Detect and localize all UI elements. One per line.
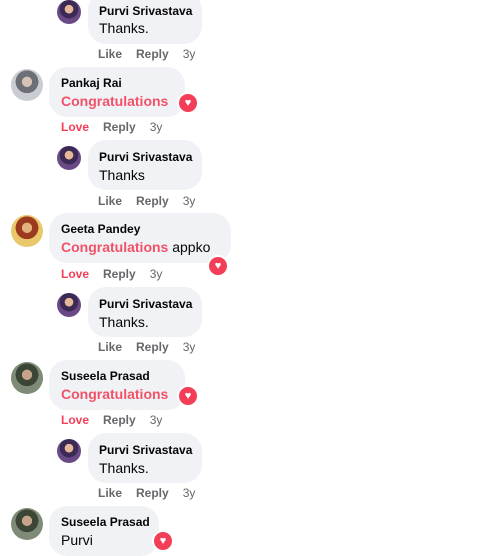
- reply-bubble: Purvi Srivastava Thanks.: [88, 0, 202, 44]
- comment-text: Thanks: [99, 167, 145, 183]
- comment-actions: Love Reply 3y: [61, 413, 176, 427]
- timestamp[interactable]: 3y: [150, 120, 163, 134]
- comment-author[interactable]: Pankaj Rai: [61, 76, 122, 90]
- comment-actions: Like Reply 3y: [98, 340, 209, 354]
- comment-text: Purvi: [61, 532, 93, 548]
- comment-actions: Love Reply 3y: [61, 120, 176, 134]
- avatar[interactable]: [57, 146, 81, 170]
- comment-text: Thanks.: [99, 460, 149, 476]
- comment-bubble: Pankaj Rai Congratulations: [49, 67, 185, 117]
- reply-button[interactable]: Reply: [136, 486, 169, 500]
- comment-bubble: Suseela Prasad Purvi: [49, 506, 159, 556]
- comment-text: Thanks.: [99, 20, 149, 36]
- reply-button[interactable]: Reply: [136, 340, 169, 354]
- comment-bubble: Suseela Prasad Congratulations: [49, 360, 185, 410]
- heart-icon[interactable]: ♥: [177, 92, 199, 114]
- reply-bubble: Purvi Srivastava Thanks.: [88, 433, 202, 483]
- timestamp[interactable]: 3y: [183, 340, 196, 354]
- love-button[interactable]: Love: [61, 267, 89, 281]
- comment-author[interactable]: Purvi Srivastava: [99, 4, 192, 18]
- avatar[interactable]: [57, 439, 81, 463]
- like-button[interactable]: Like: [98, 340, 122, 354]
- avatar[interactable]: [11, 69, 43, 101]
- avatar[interactable]: [11, 215, 43, 247]
- reply-button[interactable]: Reply: [136, 194, 169, 208]
- comment-author[interactable]: Purvi Srivastava: [99, 297, 192, 311]
- reply-button[interactable]: Reply: [103, 120, 136, 134]
- heart-icon[interactable]: ♥: [177, 385, 199, 407]
- comment-author[interactable]: Suseela Prasad: [61, 515, 150, 529]
- comment-bubble: Geeta Pandey Congratulations appko: [49, 213, 231, 263]
- timestamp[interactable]: 3y: [183, 194, 196, 208]
- comment-text: Congratulations: [61, 93, 168, 109]
- avatar[interactable]: [57, 0, 81, 24]
- heart-icon[interactable]: ♥: [152, 530, 174, 552]
- comment-text: Congratulations: [61, 386, 168, 402]
- reply-button[interactable]: Reply: [103, 413, 136, 427]
- reply-bubble: Purvi Srivastava Thanks: [88, 140, 202, 190]
- reply-bubble: Purvi Srivastava Thanks.: [88, 287, 202, 337]
- timestamp[interactable]: 3y: [150, 267, 163, 281]
- avatar[interactable]: [11, 362, 43, 394]
- comment-actions: Like Reply 3y: [98, 194, 209, 208]
- comment-text: Congratulations appko: [61, 239, 211, 255]
- reply-button[interactable]: Reply: [103, 267, 136, 281]
- comment-text: Thanks.: [99, 314, 149, 330]
- heart-icon[interactable]: ♥: [207, 255, 229, 277]
- comment-author[interactable]: Suseela Prasad: [61, 369, 150, 383]
- comment-author[interactable]: Geeta Pandey: [61, 222, 140, 236]
- timestamp[interactable]: 3y: [183, 47, 196, 61]
- like-button[interactable]: Like: [98, 47, 122, 61]
- comment-author[interactable]: Purvi Srivastava: [99, 150, 192, 164]
- comment-actions: Like Reply 3y: [98, 486, 209, 500]
- highlighted-word: Congratulations: [61, 93, 169, 109]
- timestamp[interactable]: 3y: [183, 486, 196, 500]
- avatar[interactable]: [11, 508, 43, 540]
- reply-button[interactable]: Reply: [136, 47, 169, 61]
- like-button[interactable]: Like: [98, 486, 122, 500]
- comment-author[interactable]: Purvi Srivastava: [99, 443, 192, 457]
- comment-actions: Like Reply 3y: [98, 47, 209, 61]
- timestamp[interactable]: 3y: [150, 413, 163, 427]
- highlighted-word: Congratulations: [61, 386, 169, 402]
- highlighted-word: Congratulations: [61, 239, 169, 255]
- like-button[interactable]: Like: [98, 194, 122, 208]
- love-button[interactable]: Love: [61, 413, 89, 427]
- comment-actions: Love Reply 3y: [61, 267, 176, 281]
- love-button[interactable]: Love: [61, 120, 89, 134]
- avatar[interactable]: [57, 293, 81, 317]
